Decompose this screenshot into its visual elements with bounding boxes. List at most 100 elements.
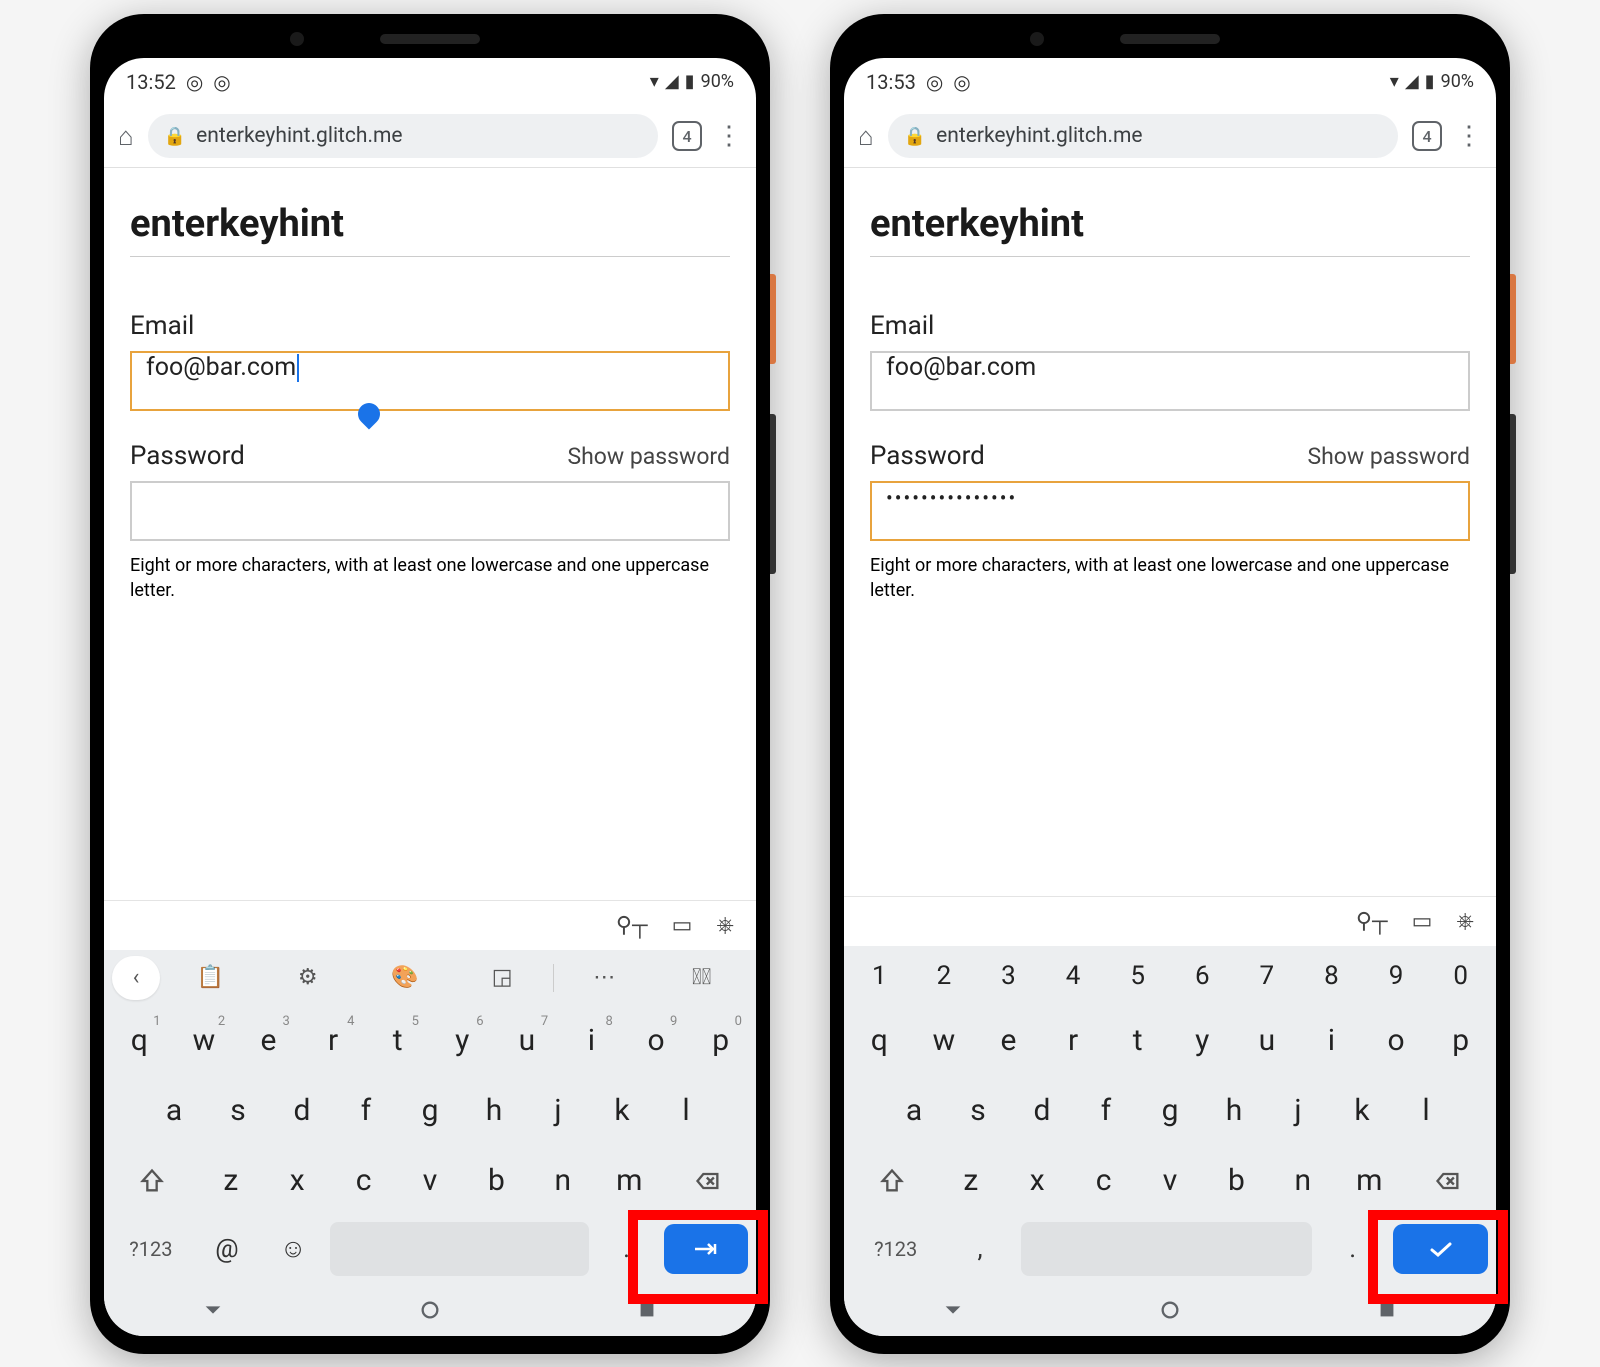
key-h[interactable]: h [1205, 1080, 1263, 1142]
card-icon[interactable]: ▭ [672, 913, 693, 938]
key-j[interactable]: j [529, 1080, 587, 1142]
key-w[interactable]: w2 [175, 1010, 234, 1072]
location-icon[interactable]: ⎈ [716, 913, 734, 938]
space-key[interactable] [1021, 1222, 1312, 1276]
key-q[interactable]: q1 [110, 1010, 169, 1072]
comma-key[interactable]: , [947, 1222, 1013, 1276]
onehanded-icon[interactable]: ◲ [456, 956, 549, 1000]
url-bar[interactable]: 🔒 enterkeyhint.glitch.me [148, 114, 658, 158]
key-g[interactable]: g [1141, 1080, 1199, 1142]
key-m[interactable]: m [599, 1150, 659, 1212]
key-t[interactable]: t [1108, 1010, 1167, 1072]
show-password-toggle[interactable]: Show password [567, 443, 730, 470]
key-n[interactable]: n [1273, 1150, 1333, 1212]
period-key[interactable]: . [1320, 1222, 1386, 1276]
key-k[interactable]: k [593, 1080, 651, 1142]
key-d[interactable]: d [273, 1080, 331, 1142]
key-j[interactable]: j [1269, 1080, 1327, 1142]
password-field[interactable]: ••••••••••••••• [870, 481, 1470, 541]
key-t[interactable]: t5 [368, 1010, 427, 1072]
key-7[interactable]: 7 [1238, 950, 1297, 1002]
key-p[interactable]: p [1431, 1010, 1490, 1072]
key-s[interactable]: s [949, 1080, 1007, 1142]
key-x[interactable]: x [267, 1150, 327, 1212]
key-d[interactable]: d [1013, 1080, 1071, 1142]
space-key[interactable] [330, 1222, 589, 1276]
key-c[interactable]: c [333, 1150, 393, 1212]
backspace-key[interactable] [665, 1150, 750, 1212]
mic-off-icon[interactable]: 🎙̸ [655, 956, 748, 1000]
key-l[interactable]: l [1397, 1080, 1455, 1142]
enter-next-key[interactable] [664, 1224, 748, 1274]
shift-key[interactable] [110, 1150, 195, 1212]
key-n[interactable]: n [533, 1150, 593, 1212]
key-y[interactable]: y [1173, 1010, 1232, 1072]
key-i[interactable]: i8 [562, 1010, 621, 1072]
key-5[interactable]: 5 [1108, 950, 1167, 1002]
kb-back-icon[interactable]: ‹ [112, 956, 160, 1000]
key-a[interactable]: a [885, 1080, 943, 1142]
nav-back-icon[interactable] [942, 1299, 964, 1325]
key-o[interactable]: o [1367, 1010, 1426, 1072]
gear-icon[interactable]: ⚙ [261, 956, 354, 1000]
period-key[interactable]: . [597, 1222, 655, 1276]
key-w[interactable]: w [915, 1010, 974, 1072]
key-z[interactable]: z [201, 1150, 261, 1212]
clipboard-icon[interactable]: 📋 [164, 956, 257, 1000]
key-6[interactable]: 6 [1173, 950, 1232, 1002]
key-b[interactable]: b [466, 1150, 526, 1212]
key-i[interactable]: i [1302, 1010, 1361, 1072]
nav-home-icon[interactable] [1159, 1299, 1181, 1325]
key-1[interactable]: 1 [850, 950, 909, 1002]
shift-key[interactable] [850, 1150, 935, 1212]
nav-recent-icon[interactable] [1376, 1299, 1398, 1325]
key-x[interactable]: x [1007, 1150, 1067, 1212]
key-r[interactable]: r [1044, 1010, 1103, 1072]
symbols-key[interactable]: ?123 [112, 1222, 190, 1276]
key-f[interactable]: f [337, 1080, 395, 1142]
nav-recent-icon[interactable] [636, 1299, 658, 1325]
enter-done-key[interactable] [1393, 1224, 1488, 1274]
symbols-key[interactable]: ?123 [852, 1222, 939, 1276]
show-password-toggle[interactable]: Show password [1307, 443, 1470, 470]
nav-home-icon[interactable] [419, 1299, 441, 1325]
key-a[interactable]: a [145, 1080, 203, 1142]
more-icon[interactable]: ⋯ [558, 956, 651, 1000]
key-9[interactable]: 9 [1367, 950, 1426, 1002]
key-4[interactable]: 4 [1044, 950, 1103, 1002]
key-0[interactable]: 0 [1431, 950, 1490, 1002]
key-o[interactable]: o9 [627, 1010, 686, 1072]
key-v[interactable]: v [400, 1150, 460, 1212]
key-s[interactable]: s [209, 1080, 267, 1142]
key-f[interactable]: f [1077, 1080, 1135, 1142]
key-u[interactable]: u7 [498, 1010, 557, 1072]
key-2[interactable]: 2 [915, 950, 974, 1002]
key-b[interactable]: b [1206, 1150, 1266, 1212]
key-z[interactable]: z [941, 1150, 1001, 1212]
key-h[interactable]: h [465, 1080, 523, 1142]
key-y[interactable]: y6 [433, 1010, 492, 1072]
key-m[interactable]: m [1339, 1150, 1399, 1212]
emoji-key[interactable]: ☺ [264, 1222, 322, 1276]
key-l[interactable]: l [657, 1080, 715, 1142]
key-icon[interactable]: ⚲┬ [616, 912, 648, 938]
key-v[interactable]: v [1140, 1150, 1200, 1212]
tab-switcher[interactable]: 4 [1412, 121, 1442, 151]
key-q[interactable]: q [850, 1010, 909, 1072]
menu-icon[interactable]: ⋮ [1456, 123, 1482, 149]
password-field[interactable] [130, 481, 730, 541]
key-u[interactable]: u [1238, 1010, 1297, 1072]
url-bar[interactable]: 🔒 enterkeyhint.glitch.me [888, 114, 1398, 158]
key-3[interactable]: 3 [979, 950, 1038, 1002]
tab-switcher[interactable]: 4 [672, 121, 702, 151]
key-c[interactable]: c [1073, 1150, 1133, 1212]
key-g[interactable]: g [401, 1080, 459, 1142]
menu-icon[interactable]: ⋮ [716, 123, 742, 149]
email-field[interactable]: foo@bar.com [130, 351, 730, 411]
key-e[interactable]: e [979, 1010, 1038, 1072]
location-icon[interactable]: ⎈ [1456, 909, 1474, 934]
key-r[interactable]: r4 [304, 1010, 363, 1072]
backspace-key[interactable] [1405, 1150, 1490, 1212]
email-field[interactable]: foo@bar.com [870, 351, 1470, 411]
home-icon[interactable]: ⌂ [858, 121, 874, 152]
